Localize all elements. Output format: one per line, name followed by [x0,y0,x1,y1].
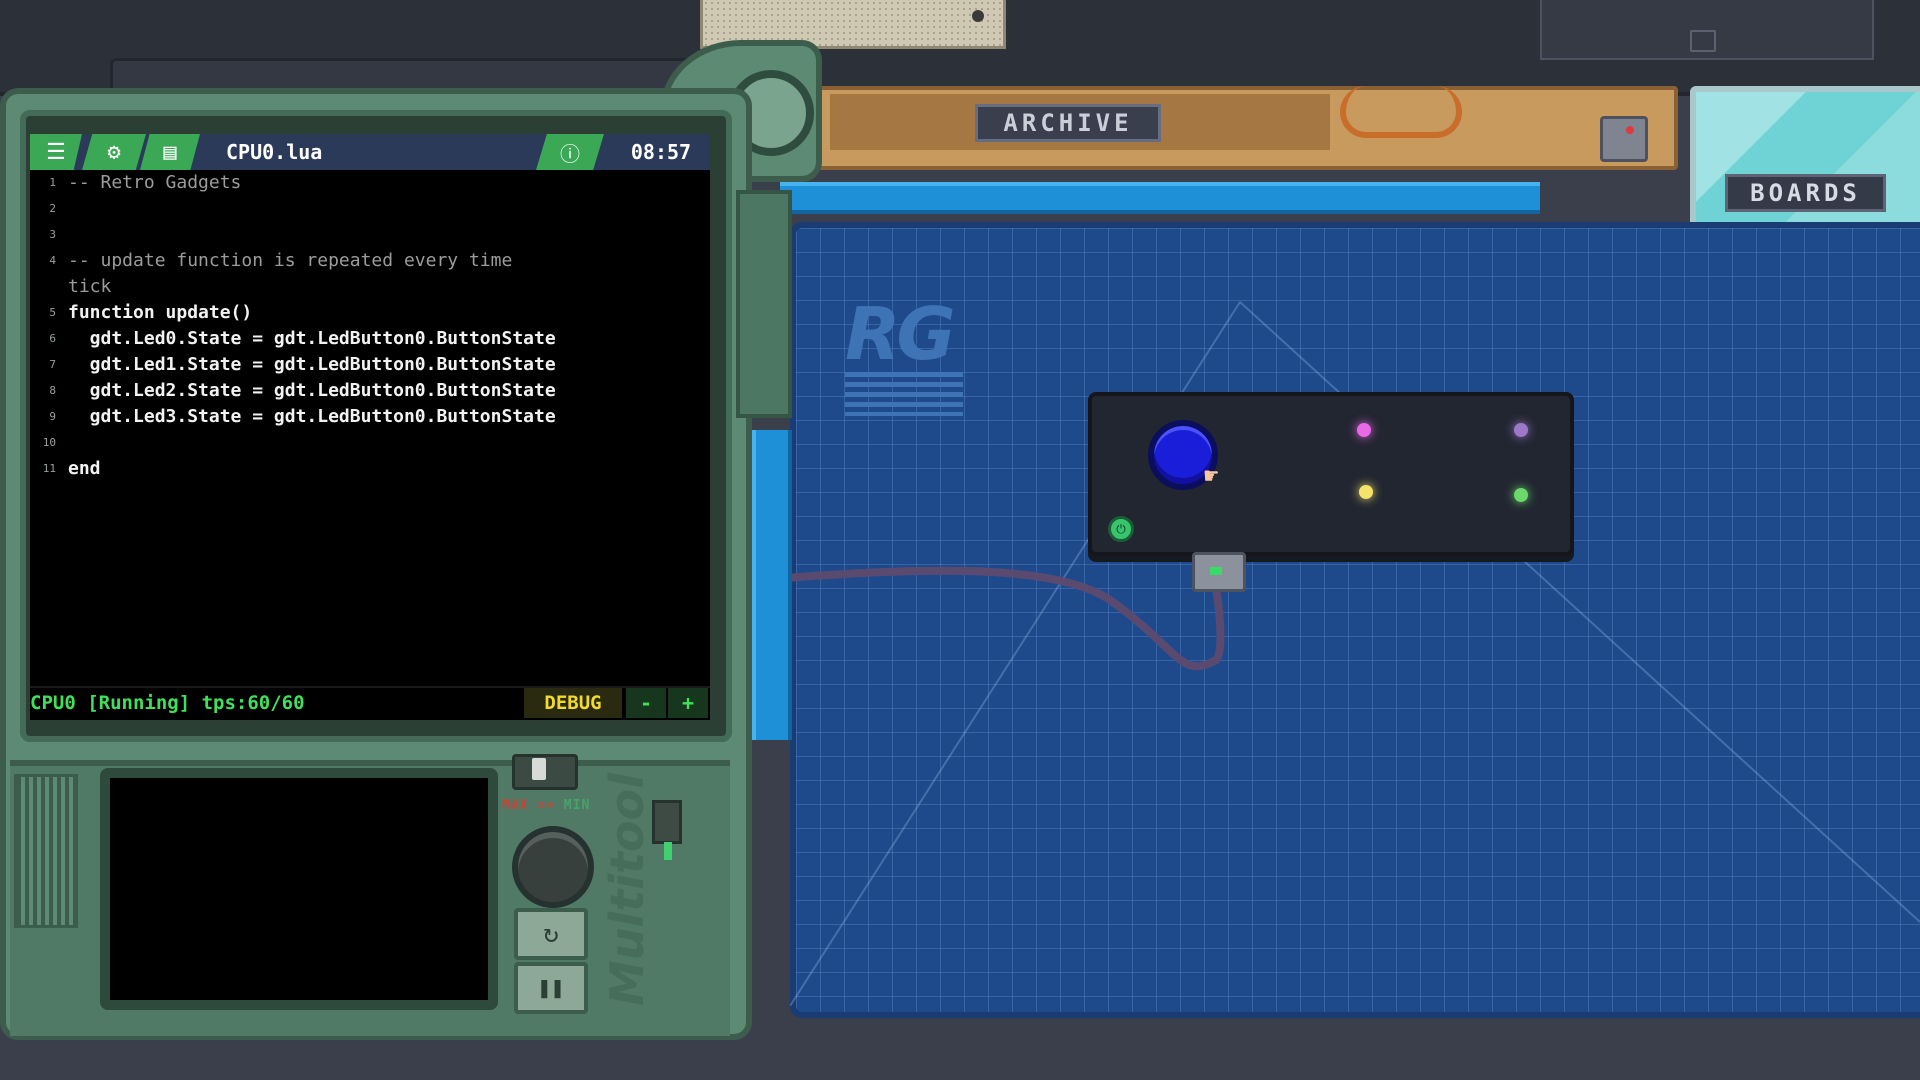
gadget-icon[interactable]: ⚙ [82,134,146,170]
code-line[interactable]: 5 function update() [30,300,710,326]
line-number: 6 [49,332,56,345]
code-line[interactable]: 11 end [30,456,710,482]
line-number: 9 [49,410,56,423]
line-number: 10 [42,436,56,449]
connector-led [1210,567,1222,575]
code-line[interactable]: 1 -- Retro Gadgets [30,170,710,196]
code-line[interactable]: tick [30,274,710,300]
code-line[interactable]: 8 gdt.Led2.State = gdt.LedButton0.Button… [30,378,710,404]
reset-icon[interactable]: ↻ [514,908,588,960]
line-number: 11 [42,462,56,475]
side-slider-led [664,842,672,860]
multitool-brand: Multitool [600,772,654,1006]
line-text: gdt.Led3.State = gdt.LedButton0.ButtonSt… [68,406,556,427]
zoom-out-button[interactable]: - [626,688,666,718]
line-text: -- update function is repeated every tim… [68,250,513,271]
side-slider[interactable] [652,800,682,844]
code-line[interactable]: 2 [30,196,710,222]
line-number: 7 [49,358,56,371]
speaker-grille [14,774,78,928]
secondary-screen [100,768,498,1010]
line-text: -- Retro Gadgets [68,172,242,193]
line-text: end [68,458,101,479]
line-number: 2 [49,202,56,215]
line-text: gdt.Led0.State = gdt.LedButton0.ButtonSt… [68,328,556,349]
speed-knob[interactable] [512,826,594,908]
clock: 08:57 [630,140,692,164]
led-2 [1359,485,1373,499]
cpu-status-text: CPU0 [Running] tps:60/60 [30,692,305,714]
code-line[interactable]: 10 [30,430,710,456]
power-icon[interactable]: ⏻ [1108,516,1134,542]
led-1 [1514,423,1528,437]
line-number: 1 [49,176,56,189]
line-number: 4 [49,254,56,267]
pause-icon[interactable]: ❚❚ [514,962,588,1014]
line-text: gdt.Led2.State = gdt.LedButton0.ButtonSt… [68,380,556,401]
code-editor[interactable]: 1 -- Retro Gadgets 2 3 4 -- update function i… [30,170,710,686]
line-number: 3 [49,228,56,241]
led-3 [1514,488,1528,502]
led-0 [1357,423,1371,437]
line-number: 5 [49,306,56,319]
hand-cursor-icon: ☛ [1204,462,1219,490]
code-line[interactable]: 4 -- update function is repeated every ti… [30,248,710,274]
code-line[interactable]: 6 gdt.Led0.State = gdt.LedButton0.Button… [30,326,710,352]
file-icon[interactable]: ▤ [140,134,200,170]
info-icon[interactable]: ⓘ [536,134,604,170]
code-line[interactable]: 3 [30,222,710,248]
code-line[interactable]: 7 gdt.Led1.State = gdt.LedButton0.Button… [30,352,710,378]
speed-label: MAX >> MIN [502,798,591,813]
line-text: tick [68,276,112,297]
editor-filename: CPU0.lua [226,140,323,164]
line-text: function update() [68,302,253,323]
switch-knob[interactable] [532,758,546,780]
code-line[interactable]: 9 gdt.Led3.State = gdt.LedButton0.Button… [30,404,710,430]
line-number: 8 [49,384,56,397]
debug-button[interactable]: DEBUG [524,688,622,718]
blue-pipe-vertical [752,430,792,740]
min-label: MIN [563,798,591,813]
max-label: MAX [502,798,529,813]
tool-side-rail [736,190,792,418]
line-text: gdt.Led1.State = gdt.LedButton0.ButtonSt… [68,354,556,375]
menu-icon[interactable]: ☰ [30,134,82,170]
zoom-in-button[interactable]: + [668,688,708,718]
